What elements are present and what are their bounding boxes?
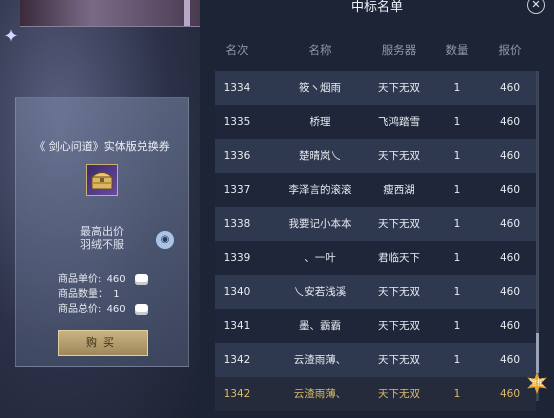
unit-price-row: 商品单价: 460 <box>58 270 148 285</box>
portrait-frame <box>184 0 190 26</box>
quantity-cell: 1 <box>453 218 461 230</box>
rank-cell: 1341 <box>223 320 251 332</box>
table-row[interactable]: 1340 乀安若浅溪 天下无双 1 460 <box>215 275 536 309</box>
table-row[interactable]: 1336 楚晴岚乀 天下无双 1 460 <box>215 139 536 173</box>
item-title: 《 剑心问道》实体版兑换券 <box>34 140 170 153</box>
quantity-cell: 1 <box>453 320 461 332</box>
rank-cell: 1337 <box>223 184 251 196</box>
rank-cell: 1342 <box>223 388 251 400</box>
list-scrollbar[interactable] <box>536 71 539 401</box>
quantity-cell: 1 <box>453 116 461 128</box>
table-row[interactable]: 1334 筱ヽ烟雨 天下无双 1 460 <box>215 71 536 105</box>
rank-cell: 1335 <box>223 116 251 128</box>
winners-list-panel: 中标名单 ✕ 名次 名称 服务器 数量 报价 1334 筱ヽ烟雨 天下无双 1 … <box>200 0 554 418</box>
server-cell: 天下无双 <box>378 150 420 162</box>
sparkle-icon: ✦ <box>3 26 19 47</box>
server-cell: 天下无双 <box>378 388 420 400</box>
price-cell: 460 <box>499 286 521 298</box>
rank-cell: 1334 <box>223 82 251 94</box>
rank-cell: 1342 <box>223 354 251 366</box>
price-cell: 460 <box>499 354 521 366</box>
my-ranking-row[interactable]: 1342 云渣雨薄、 天下无双 1 460 <box>215 377 536 411</box>
rank-cell: 1340 <box>223 286 251 298</box>
table-header: 名次 名称 服务器 数量 报价 <box>215 42 540 60</box>
quantity-cell: 1 <box>453 354 461 366</box>
total-price-row: 商品总价: 460 <box>58 300 148 315</box>
treasure-chest-icon[interactable] <box>86 164 118 196</box>
price-cell: 460 <box>499 116 521 128</box>
quantity-cell: 1 <box>453 82 461 94</box>
quantity-cell: 1 <box>453 150 461 162</box>
price-cell: 460 <box>499 218 521 230</box>
quantity-cell: 1 <box>453 252 461 264</box>
quantity-cell: 1 <box>453 184 461 196</box>
quantity-cell: 1 <box>453 388 461 400</box>
quantity-label: 商品数量： <box>58 289 108 300</box>
table-row[interactable]: 1341 墨、霸霸 天下无双 1 460 <box>215 309 536 343</box>
unit-price-value: 460 <box>106 274 126 285</box>
server-cell: 天下无双 <box>378 286 420 298</box>
eye-icon[interactable]: ◉ <box>156 231 174 249</box>
rank-cell: 1338 <box>223 218 251 230</box>
server-cell: 天下无双 <box>378 82 420 94</box>
price-cell: 460 <box>499 82 521 94</box>
quantity-cell: 1 <box>453 286 461 298</box>
list-title: 中标名单 <box>350 0 403 15</box>
header-quantity: 数量 <box>445 43 469 57</box>
rank-cell: 1339 <box>223 252 251 264</box>
table-row[interactable]: 1342 云渣雨薄、 天下无双 1 460 <box>215 343 536 377</box>
price-cell: 460 <box>499 388 521 400</box>
scrollbar-thumb[interactable] <box>536 333 539 373</box>
server-cell: 飞鸿踏雪 <box>378 116 420 128</box>
price-cell: 460 <box>499 184 521 196</box>
price-cell: 460 <box>499 252 521 264</box>
server-cell: 瘦西湖 <box>383 184 415 196</box>
currency-icon <box>134 303 148 315</box>
total-price-value: 460 <box>106 304 126 315</box>
currency-icon <box>134 273 148 285</box>
table-row[interactable]: 1338 我要记小本本 天下无双 1 460 <box>215 207 536 241</box>
total-price-label: 商品总价: <box>58 304 102 315</box>
header-price: 报价 <box>498 43 522 57</box>
unit-price-label: 商品单价: <box>58 274 102 285</box>
table-row[interactable]: 1339 、一叶 君临天下 1 460 <box>215 241 536 275</box>
header-server: 服务器 <box>381 43 417 57</box>
header-rank: 名次 <box>225 43 249 57</box>
quantity-row: 商品数量： 1 <box>58 285 120 300</box>
server-cell: 天下无双 <box>378 218 420 230</box>
item-detail-panel: 《 剑心问道》实体版兑换券 最高出价 羽绒不服 ◉ 商品单价: 460 商品数量… <box>15 97 189 367</box>
rank-cell: 1336 <box>223 150 251 162</box>
table-row[interactable]: 1335 桥理 飞鸿踏雪 1 460 <box>215 105 536 139</box>
server-cell: 君临天下 <box>378 252 420 264</box>
server-cell: 天下无双 <box>378 354 420 366</box>
table-row[interactable]: 1337 李泽言的滚滚 瘦西湖 1 460 <box>215 173 536 207</box>
quantity-value: 1 <box>113 289 120 300</box>
price-cell: 460 <box>499 150 521 162</box>
character-portrait-strip <box>20 0 200 27</box>
server-cell: 天下无双 <box>378 320 420 332</box>
price-cell: 460 <box>499 320 521 332</box>
buy-button[interactable]: 购买 <box>58 330 148 356</box>
